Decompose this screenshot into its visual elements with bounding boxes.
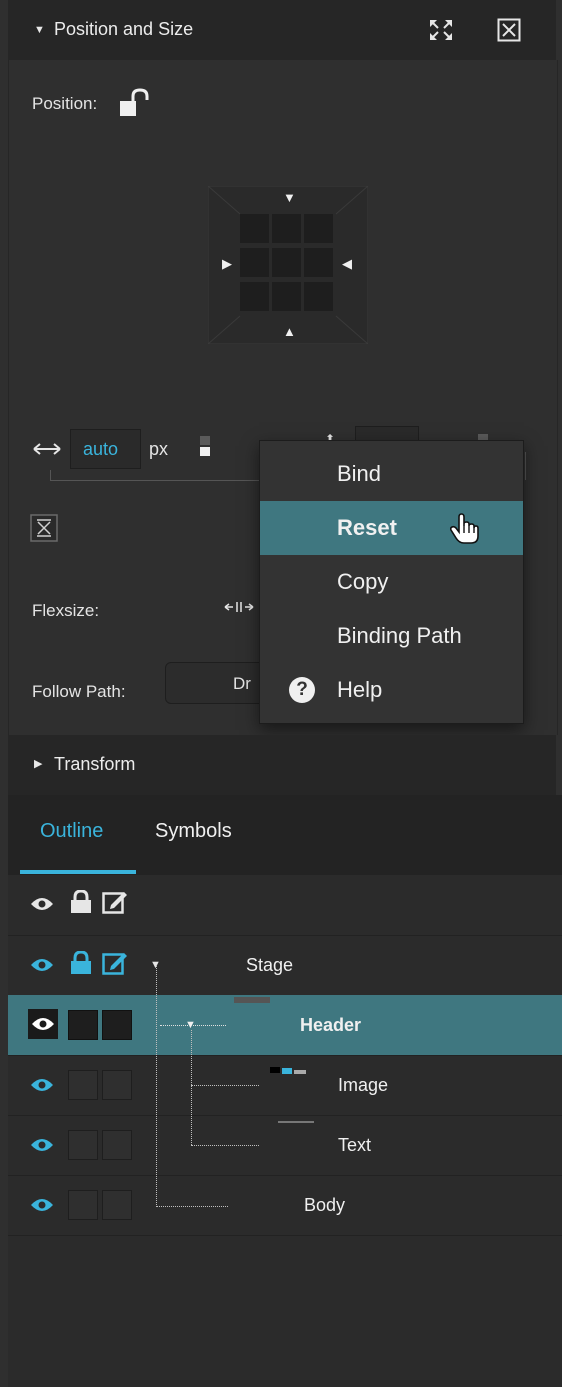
tree-connector <box>191 1030 192 1145</box>
anchor-right-arrow-icon[interactable]: ◀ <box>342 256 352 272</box>
position-size-title: Position and Size <box>54 19 194 39</box>
menu-item-binding-path[interactable]: Binding Path <box>260 609 523 663</box>
text-thumbnail <box>278 1121 314 1123</box>
anchor-cell[interactable] <box>304 214 333 243</box>
menu-item-copy[interactable]: Copy <box>260 555 523 609</box>
edit-toggle[interactable] <box>102 1130 132 1160</box>
visibility-toggle[interactable] <box>28 1009 58 1039</box>
tree-connector <box>156 1206 228 1207</box>
width-mode-toggle[interactable] <box>200 436 210 456</box>
hand-pointer-icon <box>450 513 480 545</box>
menu-item-help[interactable]: ? Help <box>260 663 523 717</box>
anchor-cell[interactable] <box>240 248 269 277</box>
transform-title: Transform <box>54 754 136 774</box>
header-thumbnail <box>234 997 270 1003</box>
expand-icon[interactable] <box>428 18 454 42</box>
edit-toggle[interactable] <box>102 1070 132 1100</box>
outline-row-image[interactable]: Image <box>8 1055 562 1116</box>
width-unit[interactable]: px <box>149 439 168 460</box>
tree-connector <box>191 1145 259 1146</box>
outline-item-name: Stage <box>246 955 294 975</box>
image-thumbnail <box>270 1065 310 1079</box>
visibility-eye-icon[interactable] <box>30 896 54 912</box>
anchor-cell[interactable] <box>240 282 269 311</box>
visibility-eye-icon[interactable] <box>30 1137 54 1153</box>
position-size-header[interactable]: ▼ Position and Size <box>8 0 556 61</box>
outline-item-name: Body <box>304 1195 346 1215</box>
anchor-top-arrow-icon[interactable]: ▼ <box>283 190 296 205</box>
tree-connector <box>160 1025 226 1026</box>
edit-icon[interactable] <box>102 951 128 975</box>
expand-caret-icon[interactable]: ▶ <box>34 757 42 770</box>
panel-tabs: Outline Symbols <box>8 795 562 875</box>
menu-item-reset[interactable]: Reset <box>260 501 523 555</box>
collapse-caret-icon[interactable]: ▼ <box>34 24 45 36</box>
anchor-left-arrow-icon[interactable]: ▶ <box>222 256 232 272</box>
menu-item-bind[interactable]: Bind <box>260 447 523 501</box>
outline-toolbar <box>8 875 562 936</box>
outline-item-name: Header <box>300 1015 362 1035</box>
visibility-eye-icon[interactable] <box>30 1077 54 1093</box>
width-value: auto <box>83 439 119 459</box>
outline-row-header[interactable]: ▼ Header <box>8 995 562 1056</box>
outline-row-body[interactable]: Body <box>8 1175 562 1236</box>
position-label: Position: <box>32 94 98 113</box>
outline-row-stage[interactable]: ▼ Stage <box>8 935 562 996</box>
width-arrows-icon <box>32 442 62 456</box>
lock-toggle[interactable] <box>68 1070 98 1100</box>
anchor-bottom-arrow-icon[interactable]: ▲ <box>283 324 296 339</box>
anchor-cell[interactable] <box>272 214 301 243</box>
follow-path-value: Dr <box>233 674 251 693</box>
outline-item-name: Text <box>338 1135 372 1155</box>
visibility-eye-icon[interactable] <box>30 957 54 973</box>
outline-row-text[interactable]: Text <box>8 1115 562 1176</box>
constrain-proportions-icon[interactable] <box>30 514 58 542</box>
lock-toggle[interactable] <box>68 1130 98 1160</box>
tab-outline[interactable]: Outline <box>40 820 103 843</box>
lock-toggle[interactable] <box>68 1010 98 1040</box>
tab-active-indicator <box>20 870 136 874</box>
edit-toggle[interactable] <box>102 1010 132 1040</box>
edit-toggle[interactable] <box>102 1190 132 1220</box>
anchor-cell[interactable] <box>272 248 301 277</box>
help-icon: ? <box>289 677 315 703</box>
context-menu: Bind Reset Copy Binding Path ? Help <box>259 440 524 724</box>
width-input[interactable]: auto <box>70 429 141 469</box>
close-box-icon[interactable] <box>497 18 521 42</box>
anchor-cell[interactable] <box>272 282 301 311</box>
outline-item-name: Image <box>338 1075 389 1095</box>
lock-toggle[interactable] <box>68 1190 98 1220</box>
anchor-cell[interactable] <box>240 214 269 243</box>
follow-path-label: Follow Path: <box>32 682 126 701</box>
edit-icon[interactable] <box>102 890 128 914</box>
flexsize-label: Flexsize: <box>32 601 100 620</box>
transform-header[interactable]: ▶ Transform <box>8 735 556 796</box>
lock-icon[interactable] <box>70 951 92 975</box>
lock-icon[interactable] <box>70 890 92 914</box>
visibility-eye-icon[interactable] <box>30 1197 54 1213</box>
flexsize-icon[interactable] <box>224 600 254 614</box>
tree-connector <box>156 965 157 1207</box>
anchor-cell[interactable] <box>304 248 333 277</box>
unlock-icon[interactable] <box>118 88 158 118</box>
tree-connector <box>191 1085 259 1086</box>
anchor-control[interactable]: ▼ ▲ ▶ ◀ <box>208 186 368 344</box>
tab-symbols[interactable]: Symbols <box>155 820 232 843</box>
anchor-cell[interactable] <box>304 282 333 311</box>
link-bracket <box>50 470 261 481</box>
